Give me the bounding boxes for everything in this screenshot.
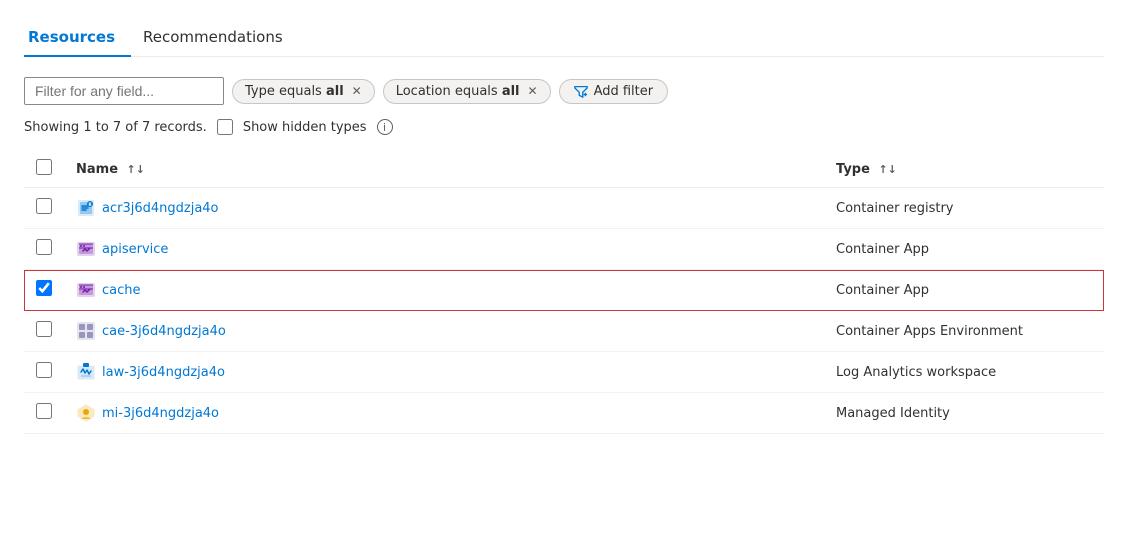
- row-checkbox-cell: [24, 311, 64, 352]
- records-summary: Showing 1 to 7 of 7 records.: [24, 120, 207, 135]
- records-info: Showing 1 to 7 of 7 records. Show hidden…: [24, 119, 1104, 135]
- location-filter-label: Location equals all: [396, 84, 520, 99]
- filter-input[interactable]: [24, 77, 224, 105]
- tab-recommendations[interactable]: Recommendations: [139, 20, 299, 56]
- log-analytics-icon: [76, 362, 96, 382]
- tab-resources[interactable]: Resources: [24, 20, 131, 56]
- row-checkbox[interactable]: [36, 403, 52, 419]
- row-checkbox[interactable]: [36, 198, 52, 214]
- type-filter-close-icon[interactable]: ✕: [352, 84, 362, 98]
- type-filter-label: Type equals all: [245, 84, 344, 99]
- add-filter-icon: [574, 84, 588, 98]
- toolbar: Type equals all ✕ Location equals all ✕ …: [24, 77, 1104, 105]
- container-app-icon: [76, 239, 96, 259]
- resource-type-cell: Container registry: [824, 188, 1104, 229]
- resource-type-cell: Container App: [824, 229, 1104, 270]
- tab-resources-label: Resources: [28, 28, 115, 46]
- location-filter-close-icon[interactable]: ✕: [528, 84, 538, 98]
- name-sort-icon: ↑↓: [127, 163, 145, 176]
- info-icon[interactable]: i: [377, 119, 393, 135]
- table-row: mi-3j6d4ngdzja4o Managed Identity: [24, 393, 1104, 434]
- row-checkbox-cell: [24, 270, 64, 311]
- show-hidden-label: Show hidden types: [243, 120, 367, 135]
- resource-name-link[interactable]: acr3j6d4ngdzja4o: [102, 201, 219, 216]
- add-filter-label: Add filter: [594, 84, 654, 99]
- add-filter-button[interactable]: Add filter: [559, 79, 669, 104]
- resource-name-cell: cache: [64, 270, 824, 311]
- tab-recommendations-label: Recommendations: [143, 28, 283, 46]
- resource-name-cell: apiservice: [64, 229, 824, 270]
- table-row: cae-3j6d4ngdzja4o Container Apps Environ…: [24, 311, 1104, 352]
- resource-type-cell: Managed Identity: [824, 393, 1104, 434]
- resource-name-cell: R acr3j6d4ngdzja4o: [64, 188, 824, 229]
- row-checkbox-cell: [24, 188, 64, 229]
- resource-type-cell: Container Apps Environment: [824, 311, 1104, 352]
- table-row: R acr3j6d4ngdzja4o Container registry: [24, 188, 1104, 229]
- location-filter-tag[interactable]: Location equals all ✕: [383, 79, 551, 104]
- column-name-label: Name: [76, 162, 118, 177]
- table-row: apiservice Container App: [24, 229, 1104, 270]
- row-checkbox-cell: [24, 229, 64, 270]
- resources-table: Name ↑↓ Type ↑↓ R acr3j6d4ngdzja4o Conta…: [24, 151, 1104, 434]
- type-filter-tag[interactable]: Type equals all ✕: [232, 79, 375, 104]
- table-row: law-3j6d4ngdzja4o Log Analytics workspac…: [24, 352, 1104, 393]
- resource-name-link[interactable]: cae-3j6d4ngdzja4o: [102, 324, 226, 339]
- column-type-label: Type: [836, 162, 870, 177]
- container-app-icon: [76, 280, 96, 300]
- container-registry-icon: R: [76, 198, 96, 218]
- row-checkbox-cell: [24, 393, 64, 434]
- row-checkbox[interactable]: [36, 362, 52, 378]
- header-checkbox-cell: [24, 151, 64, 188]
- resource-name-cell: law-3j6d4ngdzja4o: [64, 352, 824, 393]
- show-hidden-checkbox[interactable]: [217, 119, 233, 135]
- row-checkbox[interactable]: [36, 280, 52, 296]
- tab-bar: Resources Recommendations: [24, 20, 1104, 57]
- resource-name-cell: cae-3j6d4ngdzja4o: [64, 311, 824, 352]
- resource-type-cell: Log Analytics workspace: [824, 352, 1104, 393]
- resource-name-cell: mi-3j6d4ngdzja4o: [64, 393, 824, 434]
- column-header-type[interactable]: Type ↑↓: [824, 151, 1104, 188]
- resource-name-link[interactable]: cache: [102, 283, 141, 298]
- svg-text:R: R: [88, 202, 91, 207]
- row-checkbox[interactable]: [36, 321, 52, 337]
- managed-identity-icon: [76, 403, 96, 423]
- select-all-checkbox[interactable]: [36, 159, 52, 175]
- table-row: cache Container App: [24, 270, 1104, 311]
- resource-name-link[interactable]: law-3j6d4ngdzja4o: [102, 365, 225, 380]
- column-header-name[interactable]: Name ↑↓: [64, 151, 824, 188]
- resource-type-cell: Container App: [824, 270, 1104, 311]
- row-checkbox[interactable]: [36, 239, 52, 255]
- container-apps-env-icon: [76, 321, 96, 341]
- type-sort-icon: ↑↓: [878, 163, 896, 176]
- resource-name-link[interactable]: apiservice: [102, 242, 168, 257]
- row-checkbox-cell: [24, 352, 64, 393]
- resource-name-link[interactable]: mi-3j6d4ngdzja4o: [102, 406, 219, 421]
